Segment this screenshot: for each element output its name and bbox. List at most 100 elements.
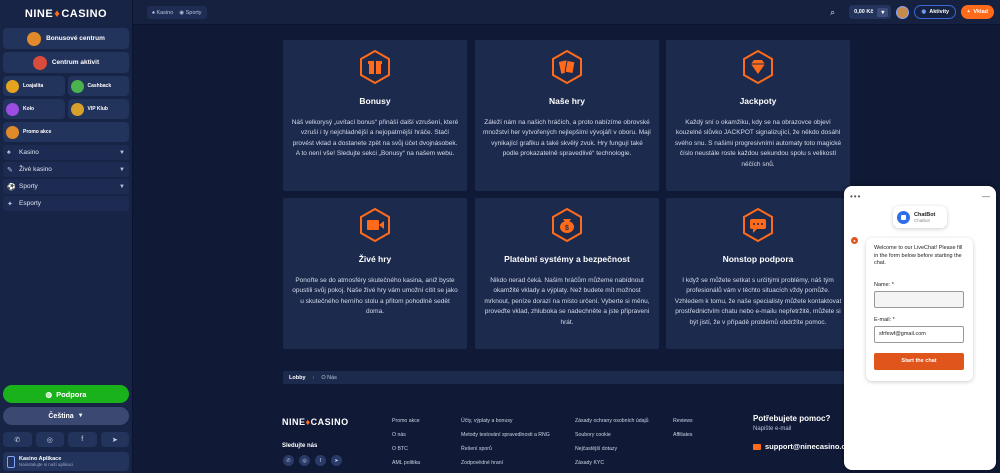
card-text: Záleží nám na našich hráčích, a proto na… (483, 119, 651, 158)
avatar[interactable] (896, 5, 910, 19)
tile-loyalty[interactable]: Loajalita (3, 76, 65, 96)
nav-esports[interactable]: ✦ Esporty (3, 196, 129, 211)
tab-sports[interactable]: ◉ Sporty (179, 10, 201, 16)
card-title: Nonstop podpora (722, 254, 794, 264)
activity-icon: ◉ (921, 9, 927, 15)
target-icon (32, 55, 47, 70)
footer-link[interactable]: Řešení sporů (461, 442, 550, 456)
flame-icon: ♦ (54, 8, 61, 20)
cash-icon (70, 79, 84, 93)
start-chat-button[interactable]: Start the chat (874, 352, 964, 370)
bonus-center-button[interactable]: Bonusové centrum (3, 28, 129, 49)
footer-logo[interactable]: NINE♦CASINO (282, 417, 349, 427)
footer-col-1: Promo akce O nás O BTC AML politika (392, 414, 420, 470)
support-email-link[interactable]: support@ninecasino.com (753, 442, 857, 451)
footer-link[interactable]: O BTC (392, 442, 420, 456)
telegram-icon[interactable]: ➤ (100, 432, 129, 447)
nav-label: Esporty (19, 200, 42, 207)
start-chat-label: Start the chat (901, 358, 937, 364)
active-center-button[interactable]: Centrum aktivit (3, 52, 129, 73)
tile-promo[interactable]: Promo akce (3, 122, 129, 142)
breadcrumb-lobby[interactable]: Lobby (289, 375, 306, 381)
nav-label: Kasino (19, 149, 39, 156)
footer-col-4: Reviews Affiliates (673, 414, 693, 442)
bot-name: ChatBot (914, 211, 936, 218)
tile-label: Loajalita (23, 83, 44, 89)
instagram-icon[interactable]: ◎ (299, 455, 310, 466)
bot-role: Chatbot (914, 217, 930, 223)
language-select[interactable]: Čeština ▼ (3, 407, 129, 425)
whatsapp-icon[interactable]: ✆ (283, 455, 294, 466)
more-icon[interactable]: ••• (850, 192, 861, 201)
card-title: Jackpoty (739, 96, 777, 106)
cards-icon: ♠ (152, 9, 155, 16)
sidebar-tiles: Loajalita Cashback Kolo VIP Klub (3, 76, 129, 119)
game-cards-icon (550, 49, 584, 85)
prechat-form: Welcome to our LiveChat! Please fill in … (866, 238, 973, 381)
nav-sports[interactable]: ⚽ Sporty ▼ (3, 179, 129, 194)
email-input[interactable]: sfrfewf@gmail.com (874, 325, 964, 343)
facebook-icon[interactable]: f (68, 432, 97, 447)
search-icon[interactable]: ⌕ (830, 7, 840, 17)
brand-logo[interactable]: NINE ♦ CASINO (0, 0, 132, 28)
phone-icon (7, 455, 15, 468)
breadcrumb: Lobby › O Nás (283, 371, 845, 384)
footer-link[interactable]: O nás (392, 428, 420, 442)
footer-link[interactable]: Soubory cookie (575, 428, 649, 442)
nav-live-casino[interactable]: ✎ Živé kasino ▼ (3, 162, 129, 177)
tab-casino[interactable]: ♠ Kasino (152, 10, 173, 16)
chevron-down-icon: ▼ (119, 183, 125, 190)
footer-link[interactable]: Nejčastější dotazy (575, 442, 649, 456)
ball-icon: ⚽ (7, 183, 16, 191)
livechat-widget: ••• — ChatBot Chatbot ● Welcome to our L… (844, 186, 996, 470)
logo-text-right: CASINO (310, 417, 349, 427)
email-label: E-mail: * (874, 316, 895, 323)
logo-text-left: NINE (24, 8, 54, 20)
sidebar: NINE ♦ CASINO Bonusové centrum Centrum a… (0, 0, 133, 473)
telegram-icon[interactable]: ➤ (331, 455, 342, 466)
tile-wheel[interactable]: Kolo (3, 99, 65, 119)
facebook-icon[interactable]: f (315, 455, 326, 466)
footer-link[interactable]: Affiliates (673, 428, 693, 442)
svg-text:$: $ (565, 225, 569, 232)
name-input[interactable] (874, 290, 964, 308)
footer-link[interactable]: Zásady KYC (575, 456, 649, 470)
deposit-button[interactable]: + Vklad (961, 5, 994, 19)
follow-us-label: Sledujte nás (282, 443, 318, 449)
app-install-button[interactable]: Kasino Aplikace Nainstalujte si naší apl… (3, 452, 129, 471)
logo-text-right: CASINO (61, 8, 108, 20)
chevron-down-icon: ▼ (77, 413, 84, 419)
welcome-message: Welcome to our LiveChat! Please fill in … (874, 245, 963, 266)
nav-casino[interactable]: ♠ Kasino ▼ (3, 145, 129, 160)
nav-label: Živé kasino (19, 166, 52, 173)
sidebar-socials: ✆ ◎ f ➤ (3, 432, 129, 447)
footer-link[interactable]: Zodpovědné hraní (461, 456, 550, 470)
footer-link[interactable]: AML politika (392, 456, 420, 470)
sidebar-tiles-promo: Promo akce (3, 122, 129, 142)
footer-link[interactable]: Promo akce (392, 414, 420, 428)
balance-display[interactable]: 0,00 Kč ▾ (849, 5, 892, 19)
app-subtitle: Nainstalujte si naší aplikaci (19, 462, 74, 467)
footer-col-2: Účty, výplaty a bonusy Metody testování … (461, 414, 550, 470)
footer-help: Potřebujete pomoc? Napište e-mail suppor… (753, 414, 857, 451)
bonus-gift-icon (358, 49, 392, 85)
tile-cashback[interactable]: Cashback (67, 76, 129, 96)
support-button[interactable]: ◍ Podpora (3, 385, 129, 403)
support-label: Podpora (56, 389, 87, 399)
activity-button[interactable]: ◉ Aktivity (914, 5, 957, 19)
footer-link[interactable]: Metody testování spravedlnosti a RNG (461, 428, 550, 442)
card-title: Živé hry (358, 254, 392, 264)
minimize-icon[interactable]: — (982, 192, 990, 201)
tab-label: Kasino (156, 9, 174, 16)
activity-label: Aktivity (929, 9, 950, 15)
wallet-icon: ▾ (877, 7, 889, 17)
feature-card-live-games: Živé hry Ponořte se do atmosféry skutečn… (283, 198, 467, 349)
balance-value: 0,00 Kč (854, 9, 874, 15)
nav-label: Sporty (19, 183, 38, 190)
tile-vip[interactable]: VIP Klub (67, 99, 129, 119)
footer-link[interactable]: Reviews (673, 414, 693, 428)
whatsapp-icon[interactable]: ✆ (3, 432, 32, 447)
footer-link[interactable]: Účty, výplaty a bonusy (461, 414, 550, 428)
instagram-icon[interactable]: ◎ (35, 432, 64, 447)
footer-link[interactable]: Zásady ochrany osobních údajů (575, 414, 649, 428)
